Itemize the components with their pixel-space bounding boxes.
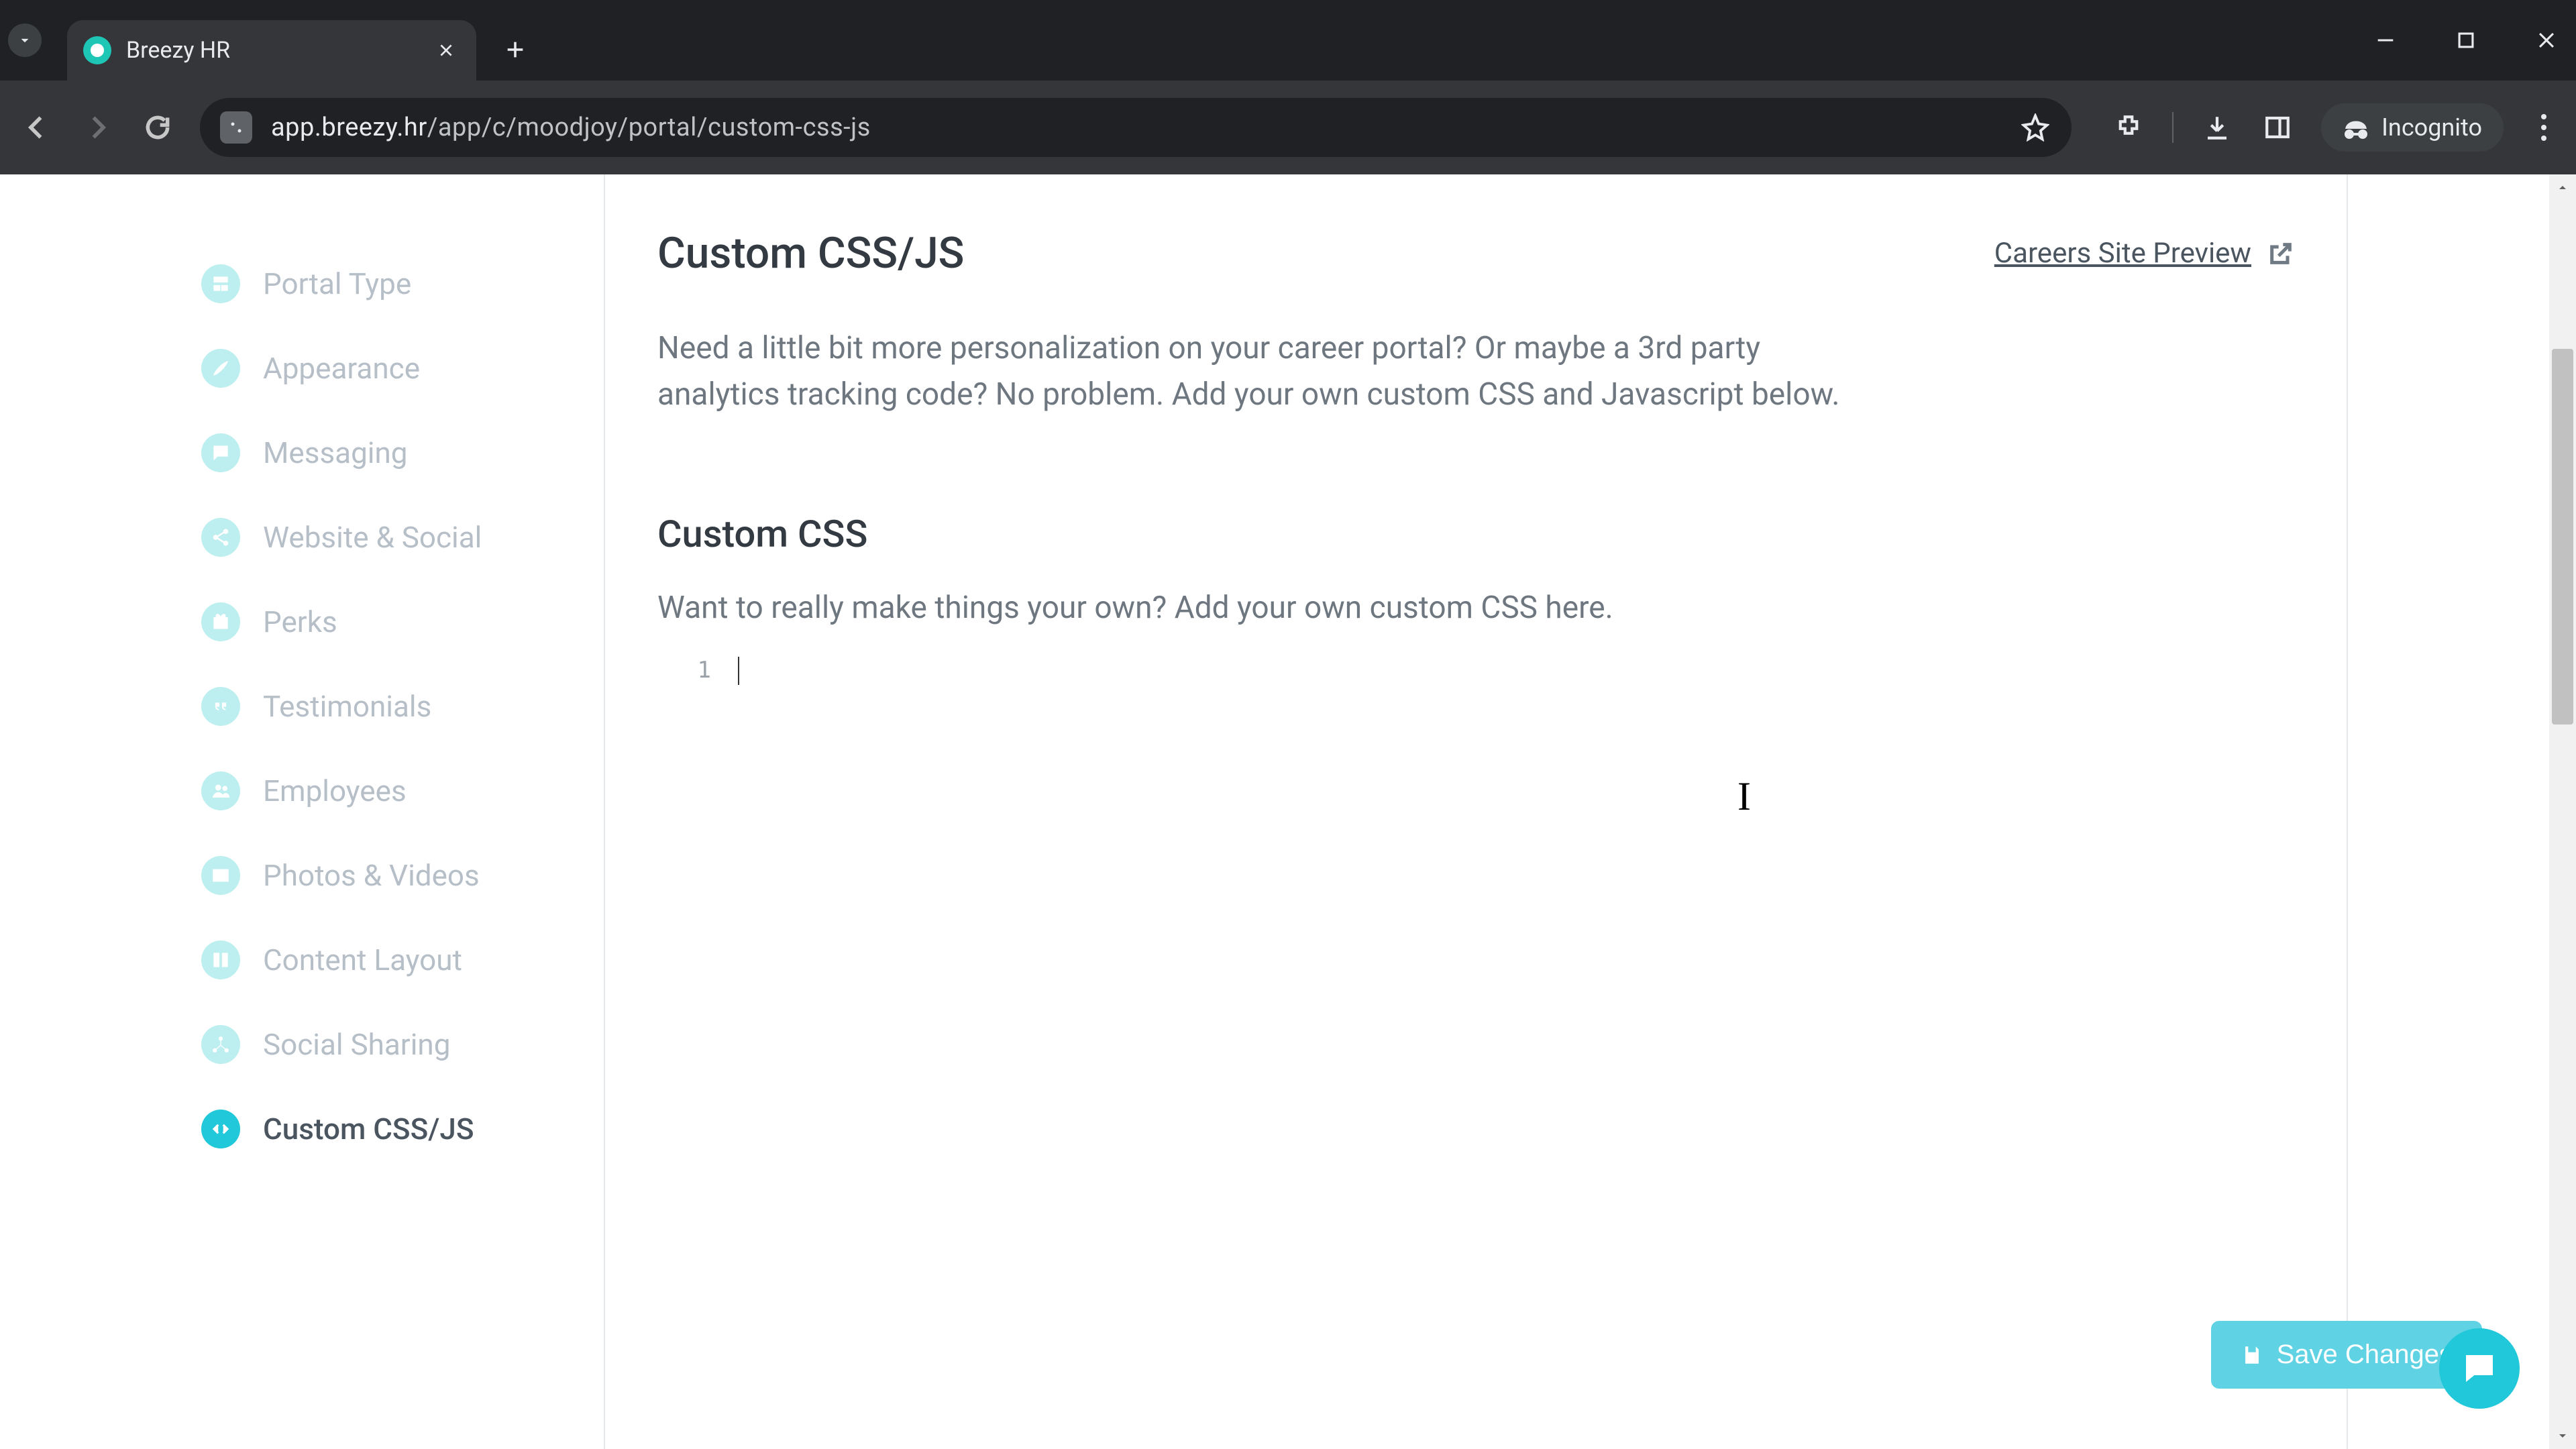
- window-close-button[interactable]: [2533, 27, 2560, 54]
- right-gutter: [2348, 174, 2576, 1449]
- page-wrap: Portal Type Appearance Messaging Website…: [0, 174, 2576, 1449]
- line-number: 1: [657, 657, 711, 684]
- main-content: Custom CSS/JS Careers Site Preview Need …: [605, 174, 2347, 1449]
- sidebar-item-label: Website & Social: [263, 520, 482, 555]
- nav-back-button[interactable]: [19, 109, 55, 146]
- tab-close-button[interactable]: [436, 40, 456, 60]
- url-text: app.breezy.hr/app/c/moodjoy/portal/custo…: [271, 113, 2000, 142]
- new-tab-button[interactable]: [495, 30, 535, 70]
- browser-chrome: Breezy HR app.breezy.hr/app/c/moodjoy/po…: [0, 0, 2576, 174]
- code-line: 1: [657, 653, 2294, 685]
- bookmark-star-icon[interactable]: [2019, 111, 2051, 144]
- extensions-icon[interactable]: [2112, 111, 2145, 144]
- sidepanel-icon[interactable]: [2261, 111, 2294, 144]
- sidebar-item-label: Testimonials: [263, 689, 431, 724]
- media-icon: [201, 856, 240, 895]
- sidebar-item-messaging[interactable]: Messaging: [201, 411, 604, 495]
- incognito-label: Incognito: [2381, 113, 2482, 142]
- site-settings-icon[interactable]: [220, 111, 252, 144]
- save-icon: [2241, 1344, 2263, 1366]
- left-gutter: [0, 174, 201, 1449]
- users-icon: [201, 771, 240, 810]
- quote-icon: [201, 687, 240, 726]
- toolbar-divider: [2172, 112, 2174, 143]
- save-button-label: Save Changes: [2277, 1340, 2453, 1370]
- url-host: app.breezy.hr: [271, 113, 427, 142]
- incognito-indicator[interactable]: Incognito: [2321, 103, 2504, 152]
- tab-favicon: [83, 36, 111, 64]
- tab-search-dropdown[interactable]: [8, 23, 42, 57]
- browser-tab-active[interactable]: Breezy HR: [67, 20, 476, 80]
- editor-caret: [738, 657, 739, 685]
- sidebar-item-label: Social Sharing: [263, 1027, 450, 1062]
- scrollbar-thumb[interactable]: [2552, 349, 2573, 724]
- intro-paragraph: Need a little bit more personalization o…: [657, 325, 1878, 418]
- scroll-down-arrow[interactable]: [2549, 1422, 2576, 1449]
- custom-css-subtext: Want to really make things your own? Add…: [657, 590, 2294, 626]
- chat-bubble-icon: [2459, 1348, 2500, 1389]
- careers-site-preview-link[interactable]: Careers Site Preview: [1994, 237, 2294, 270]
- columns-icon: [201, 941, 240, 979]
- window-maximize-button[interactable]: [2453, 27, 2479, 54]
- custom-css-editor[interactable]: 1 I: [657, 653, 2294, 1149]
- sidebar-item-label: Perks: [263, 604, 337, 639]
- address-bar[interactable]: app.breezy.hr/app/c/moodjoy/portal/custo…: [200, 98, 2072, 157]
- layout-icon: [201, 264, 240, 303]
- sidebar-item-testimonials[interactable]: Testimonials: [201, 664, 604, 749]
- sidebar-item-label: Portal Type: [263, 266, 411, 301]
- sidebar-item-appearance[interactable]: Appearance: [201, 326, 604, 411]
- sidebar-item-label: Photos & Videos: [263, 858, 480, 893]
- sidebar-item-label: Messaging: [263, 435, 408, 470]
- sidebar-item-perks[interactable]: Perks: [201, 580, 604, 664]
- sidebar-item-employees[interactable]: Employees: [201, 749, 604, 833]
- page-title: Custom CSS/JS: [657, 228, 964, 278]
- custom-css-heading: Custom CSS: [657, 512, 2294, 556]
- browser-toolbar: app.breezy.hr/app/c/moodjoy/portal/custo…: [0, 80, 2576, 174]
- network-icon: [201, 1025, 240, 1064]
- window-controls: [2372, 0, 2560, 80]
- page-viewport: Portal Type Appearance Messaging Website…: [0, 174, 2576, 1449]
- external-link-icon: [2267, 240, 2294, 267]
- tab-strip: Breezy HR: [0, 0, 2576, 80]
- settings-sidebar: Portal Type Appearance Messaging Website…: [201, 174, 604, 1449]
- vertical-scrollbar[interactable]: [2549, 174, 2576, 1449]
- main-header: Custom CSS/JS Careers Site Preview: [657, 228, 2294, 278]
- chat-widget-button[interactable]: [2439, 1328, 2520, 1409]
- share-icon: [201, 518, 240, 557]
- window-minimize-button[interactable]: [2372, 27, 2399, 54]
- downloads-icon[interactable]: [2200, 111, 2234, 144]
- brush-icon: [201, 349, 240, 388]
- sidebar-item-content-layout[interactable]: Content Layout: [201, 918, 604, 1002]
- nav-reload-button[interactable]: [140, 109, 176, 146]
- gift-icon: [201, 602, 240, 641]
- browser-menu-button[interactable]: [2530, 111, 2557, 144]
- sidebar-item-custom-css-js[interactable]: Custom CSS/JS: [201, 1087, 604, 1171]
- sidebar-item-label: Employees: [263, 773, 407, 808]
- tab-title: Breezy HR: [126, 37, 421, 64]
- sidebar-item-photos-videos[interactable]: Photos & Videos: [201, 833, 604, 918]
- incognito-icon: [2343, 114, 2369, 141]
- url-path: /app/c/moodjoy/portal/custom-css-js: [427, 113, 871, 142]
- sidebar-item-label: Appearance: [263, 351, 420, 386]
- sidebar-item-label: Content Layout: [263, 943, 462, 977]
- sidebar-item-portal-type[interactable]: Portal Type: [201, 241, 604, 326]
- text-cursor-icon: I: [1737, 773, 1751, 820]
- sidebar-item-website-social[interactable]: Website & Social: [201, 495, 604, 580]
- code-icon: [201, 1110, 240, 1148]
- nav-forward-button[interactable]: [79, 109, 115, 146]
- toolbar-right-icons: Incognito: [2112, 103, 2557, 152]
- sidebar-item-label: Custom CSS/JS: [263, 1112, 474, 1146]
- scroll-up-arrow[interactable]: [2549, 174, 2576, 201]
- sidebar-item-social-sharing[interactable]: Social Sharing: [201, 1002, 604, 1087]
- chat-icon: [201, 433, 240, 472]
- preview-link-label: Careers Site Preview: [1994, 237, 2251, 270]
